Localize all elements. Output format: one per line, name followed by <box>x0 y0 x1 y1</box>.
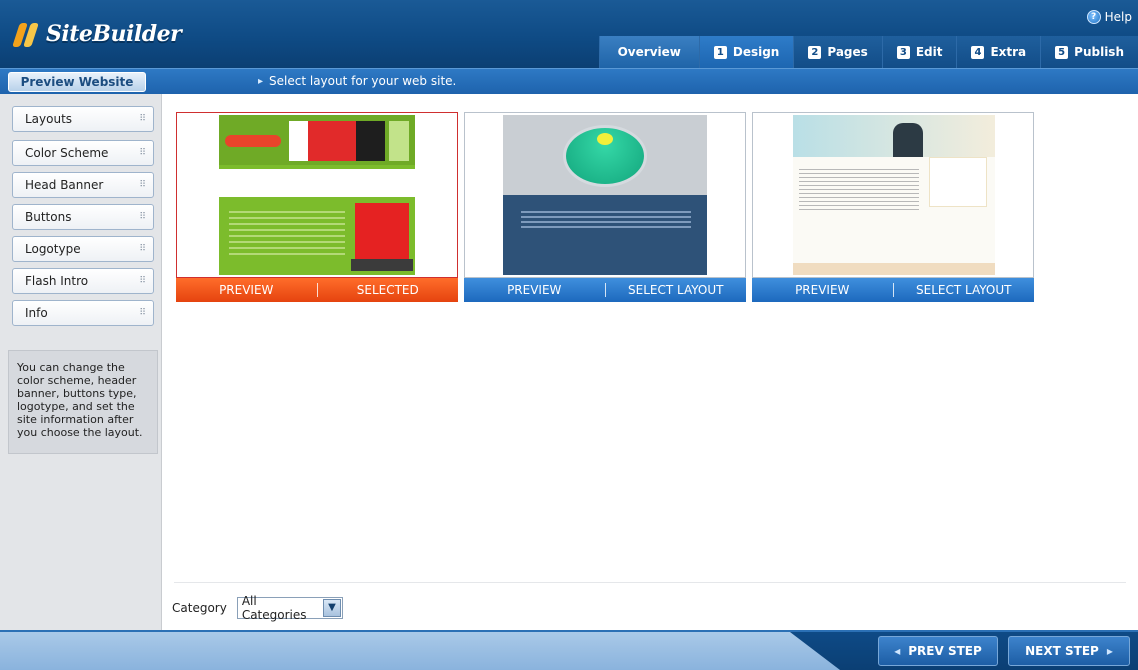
tab-label: Design <box>732 45 780 59</box>
sidebar-item-info[interactable]: Info ⠿ <box>12 300 154 326</box>
chevron-down-icon: ▼ <box>323 599 341 617</box>
sidebar-item-head-banner[interactable]: Head Banner ⠿ <box>12 172 154 198</box>
sidebar-item-label: Flash Intro <box>25 274 89 288</box>
tab-label: Overview <box>617 45 681 59</box>
layout-card-2: PREVIEW SELECT LAYOUT <box>464 112 746 302</box>
grip-icon: ⠿ <box>139 276 146 286</box>
sidebar-item-logotype[interactable]: Logotype ⠿ <box>12 236 154 262</box>
preview-website-button[interactable]: Preview Website <box>8 72 146 92</box>
logo-text: SiteBuilder <box>46 21 182 47</box>
sidebar-item-label: Color Scheme <box>25 146 109 160</box>
arrow-left-icon: ◂ <box>894 644 901 658</box>
arrow-right-icon: ▸ <box>1106 644 1113 658</box>
sidebar-item-label: Logotype <box>25 242 81 256</box>
category-select[interactable]: All Categories ▼ <box>236 594 343 622</box>
layout-card-actions: PREVIEW SELECT LAYOUT <box>752 278 1034 302</box>
layout-card-3: PREVIEW SELECT LAYOUT <box>752 112 1034 302</box>
separator <box>604 283 606 297</box>
tab-edit[interactable]: 3 Edit <box>881 36 957 68</box>
grip-icon: ⠿ <box>139 244 146 254</box>
footer-bar: ◂ PREV STEP NEXT STEP ▸ <box>0 630 1138 670</box>
layout-card-actions: PREVIEW SELECT LAYOUT <box>464 278 746 302</box>
sitebuilder-logo[interactable]: SiteBuilder <box>12 14 182 54</box>
separator <box>316 283 318 297</box>
category-label: Category <box>172 601 227 615</box>
tab-design[interactable]: 1 Design <box>698 36 794 68</box>
main-tabs: Overview 1 Design 2 Pages 3 Edit 4 Extra… <box>598 36 1138 68</box>
preview-layout-button[interactable]: PREVIEW <box>752 278 893 302</box>
tab-number-icon: 1 <box>713 45 727 59</box>
instruction-text: ▸ Select layout for your web site. <box>258 74 456 88</box>
tab-number-icon: 2 <box>808 45 822 59</box>
sidebar-item-color-scheme[interactable]: Color Scheme ⠿ <box>12 140 154 166</box>
sidebar-item-label: Layouts <box>25 112 73 126</box>
instruction-label: Select layout for your web site. <box>269 74 457 88</box>
sidebar-item-label: Info <box>25 306 48 320</box>
grip-icon: ⠿ <box>139 308 146 318</box>
sidebar-item-buttons[interactable]: Buttons ⠿ <box>12 204 154 230</box>
tab-overview[interactable]: Overview <box>598 36 699 68</box>
logo-mark-icon <box>12 19 46 49</box>
sidebar-info-text: You can change the color scheme, header … <box>8 350 158 454</box>
sidebar-item-flash-intro[interactable]: Flash Intro ⠿ <box>12 268 154 294</box>
category-selected-value: All Categories <box>241 594 307 622</box>
layout-card-1: PREVIEW SELECTED <box>176 112 458 302</box>
sub-toolbar: Preview Website ▸ Select layout for your… <box>0 68 1138 94</box>
sidebar: Layouts ⠿ Color Scheme ⠿ Head Banner ⠿ B… <box>0 94 162 630</box>
tab-number-icon: 3 <box>896 45 910 59</box>
divider <box>174 582 1126 583</box>
tab-label: Pages <box>827 45 868 59</box>
help-label: Help <box>1104 10 1132 24</box>
tab-pages[interactable]: 2 Pages <box>793 36 882 68</box>
layout-thumbnail[interactable] <box>176 112 458 278</box>
tab-number-icon: 4 <box>971 45 985 59</box>
layout-card-actions: PREVIEW SELECTED <box>176 278 458 302</box>
tab-number-icon: 5 <box>1055 45 1069 59</box>
preview-layout-button[interactable]: PREVIEW <box>464 278 605 302</box>
grip-icon: ⠿ <box>139 114 146 124</box>
layout-thumbnail[interactable] <box>752 112 1034 278</box>
separator <box>892 283 894 297</box>
tab-label: Edit <box>915 45 943 59</box>
help-link[interactable]: ? Help <box>1086 10 1132 24</box>
prev-step-button[interactable]: ◂ PREV STEP <box>878 636 998 666</box>
select-layout-button[interactable]: SELECT LAYOUT <box>606 278 747 302</box>
next-step-label: NEXT STEP <box>1025 644 1099 658</box>
tab-label: Publish <box>1074 45 1124 59</box>
preview-layout-button[interactable]: PREVIEW <box>176 278 317 302</box>
arrow-right-icon: ▸ <box>258 75 264 87</box>
category-filter: Category All Categories ▼ <box>172 594 343 622</box>
help-icon: ? <box>1086 10 1101 24</box>
grip-icon: ⠿ <box>139 148 146 158</box>
layout-gallery: PREVIEW SELECTED PREVIEW SELECT LAYOUT P… <box>162 94 1138 630</box>
grip-icon: ⠿ <box>139 180 146 190</box>
select-layout-button[interactable]: SELECT LAYOUT <box>894 278 1035 302</box>
grip-icon: ⠿ <box>139 212 146 222</box>
sidebar-item-label: Head Banner <box>25 178 104 192</box>
prev-step-label: PREV STEP <box>908 644 982 658</box>
footer-panel <box>0 632 840 670</box>
tab-label: Extra <box>990 45 1027 59</box>
sidebar-item-layouts[interactable]: Layouts ⠿ <box>12 106 154 132</box>
sidebar-item-label: Buttons <box>25 210 72 224</box>
tab-extra[interactable]: 4 Extra <box>956 36 1041 68</box>
app-header: SiteBuilder ? Help Overview 1 Design 2 P… <box>0 0 1138 68</box>
next-step-button[interactable]: NEXT STEP ▸ <box>1008 636 1130 666</box>
tab-publish[interactable]: 5 Publish <box>1040 36 1138 68</box>
selected-layout-button[interactable]: SELECTED <box>318 278 459 302</box>
layout-thumbnail[interactable] <box>464 112 746 278</box>
